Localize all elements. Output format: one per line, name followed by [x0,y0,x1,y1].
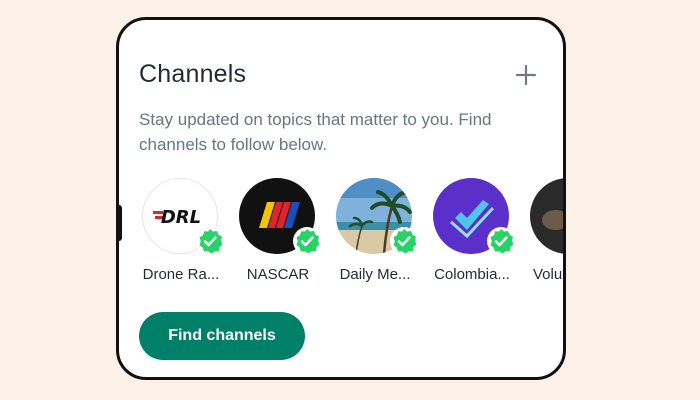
verified-badge-icon [487,227,515,255]
card-title: Channels [139,60,247,88]
channel-name: NASCAR [246,266,310,283]
volun-photo-avatar [530,178,563,254]
find-channels-button[interactable]: Find channels [139,312,305,360]
channel-name: Volun [533,266,563,283]
verified-badge-icon [293,227,321,255]
verified-badge-icon [390,227,418,255]
channel-name: Daily Me... [339,266,411,283]
card-description: Stay updated on topics that matter to yo… [139,110,492,154]
plus-icon[interactable] [515,64,537,86]
channel-name: Colombia... [434,266,510,283]
device-edge [119,205,122,241]
channel-name: Drone Ra... [142,266,220,283]
verified-badge-icon [196,227,224,255]
channels-card: Channels Stay updated on topics that mat… [116,17,566,380]
drl-logo-text: DRL [161,207,201,228]
